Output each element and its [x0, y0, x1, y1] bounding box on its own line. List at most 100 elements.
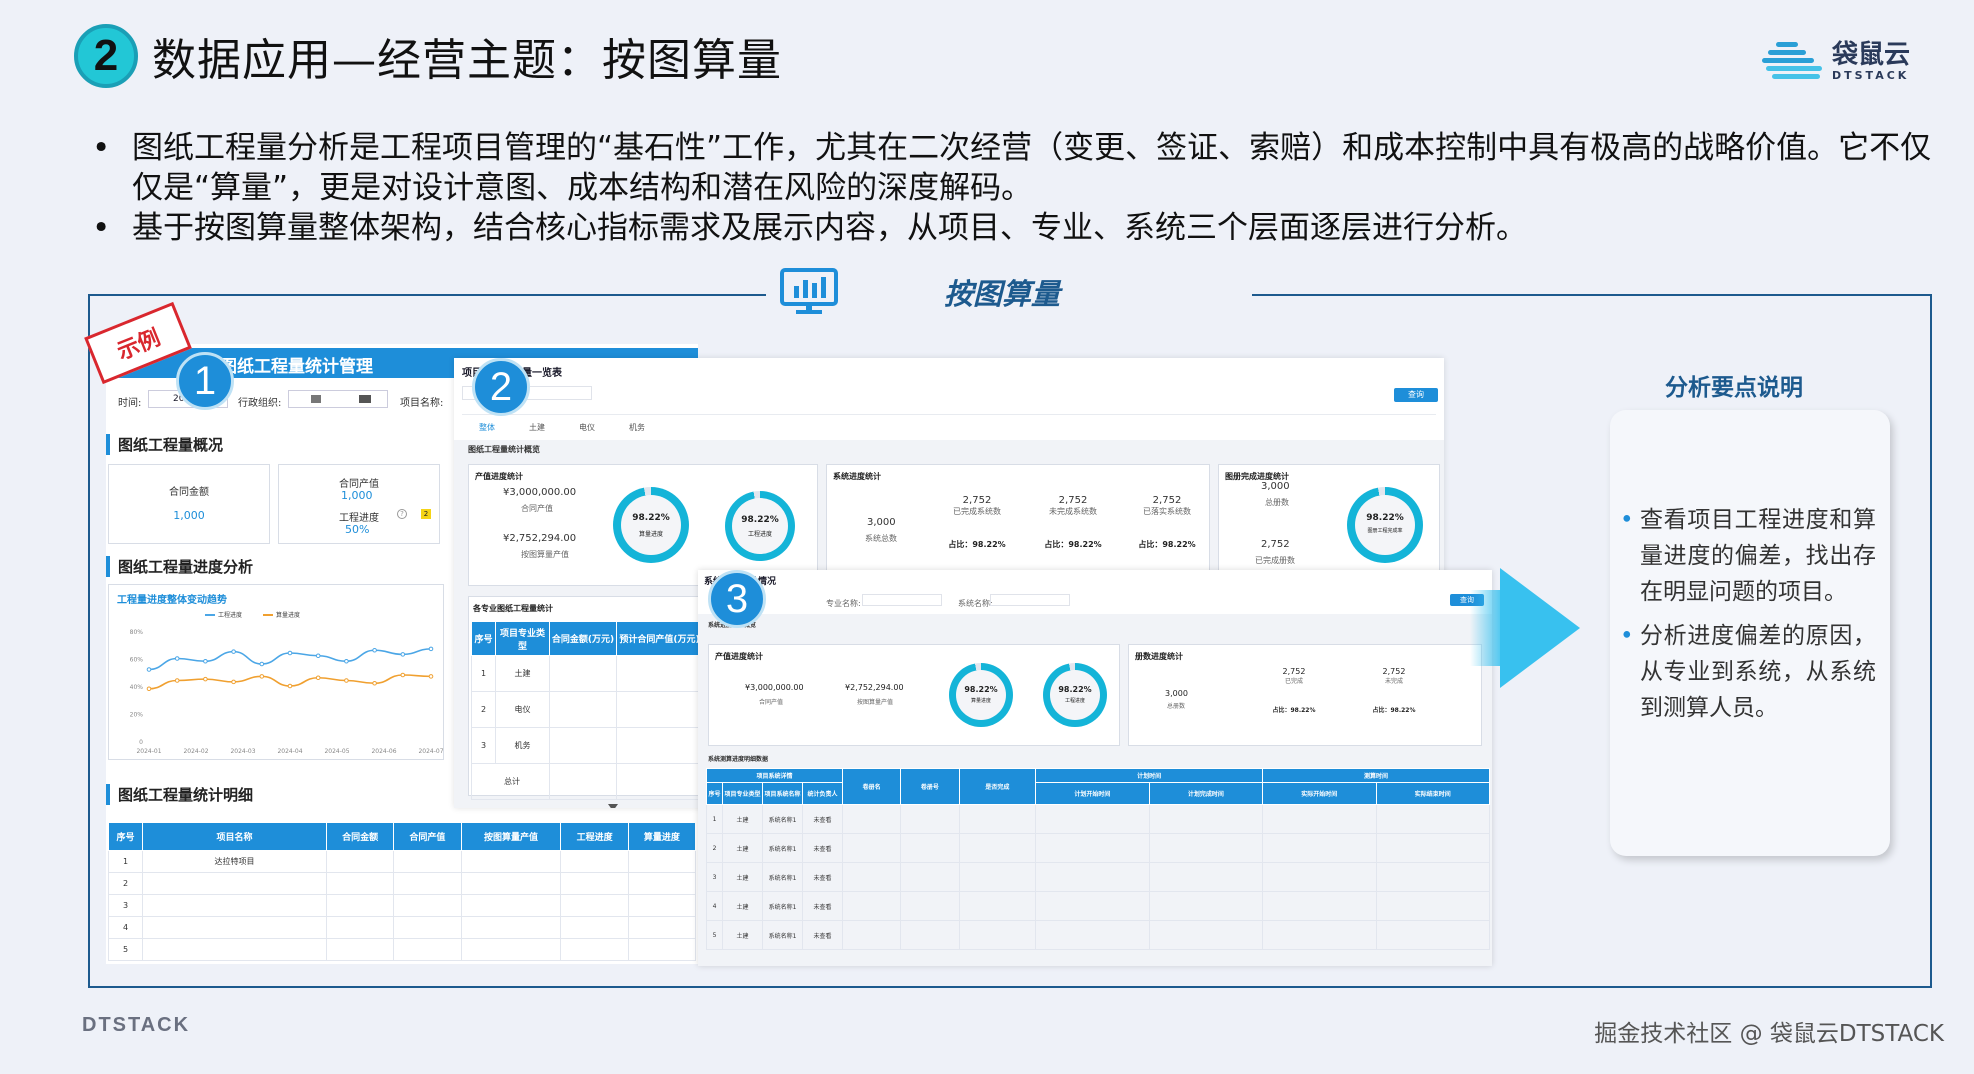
x-tick-label: 2024-01 — [136, 748, 161, 755]
gauge-value: 98.22% — [741, 515, 779, 525]
total-volumes-caption: 总册数 — [1265, 498, 1289, 507]
table-row[interactable]: 2 — [108, 872, 697, 895]
system-progress-card: 系统进度统计 3,000 系统总数 2,752 已完成系统数 占比：98.22%… — [826, 464, 1210, 586]
series-point — [174, 678, 180, 683]
table-row[interactable]: 4 — [108, 916, 697, 939]
view-link[interactable]: 未查看 — [802, 891, 843, 921]
panel2-section-title: 图纸工程量统计概览 — [468, 445, 540, 454]
series-point — [400, 652, 406, 657]
major-filter-label: 专业名称: — [826, 599, 861, 608]
major-table: 序号 项目专业类型 合同金额(万元) 预计合同产值(万元) 1 土建 2 电仪 3机… — [471, 621, 704, 800]
col-header: 统计负责人 — [802, 782, 843, 805]
stat-caption: 未完成 — [1384, 678, 1403, 685]
panel2-query-button[interactable]: 查询 — [1394, 388, 1438, 402]
major-link[interactable]: 机务 — [495, 727, 550, 764]
done-volumes-value: 2,752 — [1261, 539, 1290, 550]
series-point — [287, 650, 293, 656]
drawing-completion-card: 图册完成进度统计 3,000 总册数 2,752 已完成册数 98.22% 图册… — [1218, 464, 1440, 586]
col-header: 项目系统名称 — [762, 782, 803, 805]
down-arrow-icon — [608, 804, 618, 808]
view-link[interactable]: 未查看 — [802, 833, 843, 863]
x-tick-label: 2024-02 — [183, 748, 208, 755]
series-point — [231, 649, 236, 654]
trend-chart-card: 工程量进度整体变动趋势 0 20% 40% 60% 80% 2024-01 2024-02 2… — [108, 584, 444, 760]
view-link[interactable]: 未查看 — [802, 862, 843, 892]
gauge-caption: 工程进度 — [1064, 698, 1085, 704]
system-progress-panel: 系统进度统计情况 专业名称: 系统名称: 查询 系统进度汇总概览 产值进度统计 … — [698, 570, 1492, 966]
major-link[interactable]: 电仪 — [495, 691, 550, 728]
card-title: 产值进度统计 — [715, 652, 763, 661]
step-badge-1: 1 — [176, 352, 234, 410]
step-badge-3: 3 — [708, 570, 766, 628]
gauge-value: 98.22% — [1366, 513, 1404, 523]
x-tick-label: 2024-04 — [277, 748, 302, 755]
title-area: 2 数据应用—经营主题：按图算量 — [74, 24, 782, 88]
col-header: 实际开始时间 — [1262, 782, 1377, 805]
drawing-output-amount: ¥2,752,294.00 — [845, 683, 904, 692]
table-row[interactable]: 5 土建 系统名称1 未查看 — [706, 920, 1490, 950]
brand-logo: 袋鼠云 DTSTACK — [1761, 40, 1910, 82]
table-row[interactable]: 5 — [108, 938, 697, 961]
series-point — [428, 674, 434, 679]
legend-label: 工程进度 — [218, 611, 242, 619]
tab-electrical[interactable]: 电仪 — [562, 414, 612, 443]
table-row[interactable]: 2 土建 系统名称1 未查看 — [706, 833, 1490, 863]
org-filter-select[interactable] — [288, 390, 388, 408]
x-tick-label: 2024-03 — [230, 748, 255, 755]
table-row[interactable]: 1 土建 系统名称1 未查看 — [706, 804, 1490, 834]
explanation-item: 分析进度偏差的原因，从专业到系统，从系统到测算人员。 — [1620, 618, 1876, 726]
table-row[interactable]: 3 机务 — [471, 727, 704, 764]
progress-label: 工程进度 — [339, 513, 379, 524]
step-badge-2: 2 — [472, 358, 530, 416]
col-header: 合同金额(万元) — [549, 621, 617, 656]
y-tick-label: 80% — [130, 629, 144, 636]
col-header: 算量进度 — [627, 822, 697, 851]
col-header: 序号 — [706, 782, 723, 805]
stat-caption: 已完成 — [1284, 678, 1303, 685]
table-row[interactable]: 4 土建 系统名称1 未查看 — [706, 891, 1490, 921]
view-link[interactable]: 未查看 — [802, 920, 843, 950]
series-point — [372, 647, 377, 653]
col-header: 是否完成 — [958, 768, 1037, 805]
gauge-value: 98.22% — [964, 685, 998, 694]
volume-total-caption: 总册数 — [1167, 703, 1186, 710]
project-link[interactable]: 达拉特项目 — [142, 850, 327, 873]
tab-civil[interactable]: 土建 — [512, 414, 562, 443]
major-filter-select[interactable] — [862, 594, 942, 606]
table-row[interactable]: 2 电仪 — [471, 691, 704, 728]
series-point — [315, 653, 321, 659]
tab-overall[interactable]: 整体 — [462, 414, 512, 443]
gauge-quantity: 98.22% 算量进度 — [613, 487, 689, 563]
view-link[interactable]: 未查看 — [802, 804, 843, 834]
series-point — [344, 658, 349, 664]
y-tick-label: 40% — [130, 684, 144, 691]
col-header: 工程进度 — [560, 822, 629, 851]
p3-gauge-progress: 98.22% 工程进度 — [1043, 663, 1107, 727]
stat-ratio: 占比：98.22% — [1372, 707, 1416, 714]
series-point — [400, 672, 406, 678]
table-row[interactable]: 3 — [108, 894, 697, 917]
col-header: 计划完成时间 — [1148, 782, 1264, 805]
stat-caption: 已完成系统数 — [953, 507, 1001, 516]
help-icon[interactable]: ? — [397, 509, 407, 519]
col-header: 预计合同产值(万元) — [615, 621, 704, 656]
series-point — [259, 661, 265, 667]
table-row[interactable]: 1 土建 — [471, 655, 704, 692]
series-point — [203, 658, 208, 664]
tab-mechanical[interactable]: 机务 — [612, 414, 662, 443]
explanation-box: 查看项目工程进度和算量进度的偏差，找出存在明显问题的项目。 分析进度偏差的原因，… — [1610, 410, 1890, 856]
system-detail-table: 项目系统详情 卷册名 卷册号 是否完成 计划时间 测算时间 序号 项目专业类型 … — [706, 768, 1490, 950]
major-link[interactable]: 土建 — [495, 655, 550, 692]
stat-value: 2,752 — [1152, 495, 1182, 506]
series-point — [174, 656, 180, 661]
frame-title-area: 按图算量 — [766, 254, 1252, 330]
col-header: 卷册名 — [841, 768, 902, 805]
x-tick-label: 2024-07 — [418, 748, 443, 755]
trend-line-chart: 0 20% 40% 60% 80% 2024-01 2024-02 2024-03 2024-0… — [130, 611, 444, 755]
table-row[interactable]: 1 达拉特项目 — [108, 850, 697, 873]
drawing-output-amount: ¥2,752,294.00 — [503, 533, 577, 544]
system-filter-select[interactable] — [990, 594, 1070, 606]
group-header: 项目系统详情 — [706, 768, 843, 783]
card-title: 系统进度统计 — [833, 472, 881, 481]
table-row[interactable]: 3 土建 系统名称1 未查看 — [706, 862, 1490, 892]
